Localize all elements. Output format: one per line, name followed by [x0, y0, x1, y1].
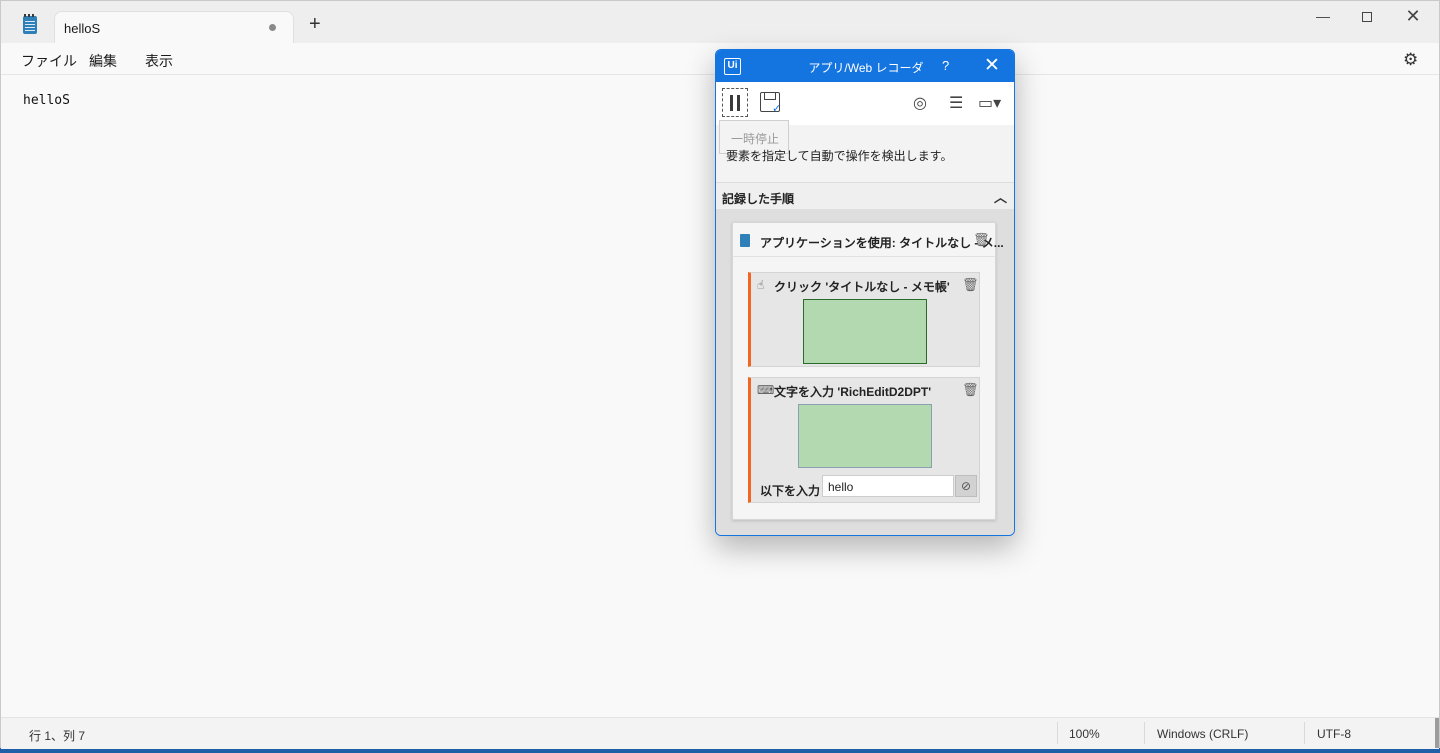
type-into-icon: ⌨: [757, 383, 775, 397]
eye-hidden-icon[interactable]: ⊘: [955, 475, 977, 497]
encoding: UTF-8: [1317, 727, 1351, 741]
zoom-level: 100%: [1069, 727, 1100, 741]
gear-icon[interactable]: ⚙: [1403, 50, 1418, 70]
menu-file[interactable]: ファイル: [21, 51, 77, 71]
pause-icon: [737, 95, 740, 111]
step-click-label: クリック 'タイトルなし - メモ帳': [774, 280, 950, 294]
step-screenshot: [803, 299, 927, 364]
check-icon: ✓: [772, 103, 782, 115]
checklist-icon[interactable]: ☰: [949, 93, 963, 113]
step-type-label: 文字を入力 'RichEditD2DPT': [774, 385, 932, 399]
menu-view[interactable]: 表示: [145, 51, 173, 71]
tab-title: helloS: [64, 21, 101, 36]
title-bar: helloS + — ✕: [1, 1, 1439, 44]
maximize-icon: [1362, 12, 1372, 23]
line-ending: Windows (CRLF): [1157, 727, 1249, 741]
delete-icon[interactable]: 🗑: [973, 232, 990, 248]
recorder-toolbar: ✓ ◎ ☰ ▭▾: [716, 82, 1014, 125]
step-click[interactable]: ☝ クリック 'タイトルなし - メモ帳' 🗑: [748, 272, 980, 367]
recorded-steps-title: 記録した手順: [722, 192, 795, 206]
divider: [1057, 722, 1058, 744]
new-tab-button[interactable]: +: [309, 14, 321, 34]
menu-edit[interactable]: 編集: [89, 51, 117, 71]
scrollbar-thumb[interactable]: [1435, 718, 1439, 748]
delete-icon[interactable]: 🗑: [962, 382, 979, 398]
cursor-position: 行 1、列 7: [29, 729, 86, 743]
click-icon: ☝: [757, 278, 765, 292]
use-application-card[interactable]: アプリケーションを使用: タイトルなし - メ... 🗑 ☝ クリック 'タイト…: [732, 222, 1004, 520]
type-text-input[interactable]: hello: [822, 475, 954, 497]
type-text-label: 以下を入力: [760, 484, 821, 498]
recorder-window: Ui アプリ/Web レコーダー ? ✕ ✓ ◎ ☰ ▭▾ 一時停止 要素を指定…: [715, 49, 1015, 536]
notepad-icon: [740, 234, 750, 247]
status-bar: 行 1、列 7 100% Windows (CRLF) UTF-8: [1, 717, 1439, 749]
recorded-steps-list: アプリケーションを使用: タイトルなし - メ... 🗑 ☝ クリック 'タイト…: [716, 209, 1014, 535]
tab-document[interactable]: helloS: [54, 11, 294, 44]
editor-text-area[interactable]: helloS: [23, 93, 70, 108]
maximize-button[interactable]: [1347, 5, 1387, 27]
delete-icon[interactable]: 🗑: [962, 277, 979, 293]
use-application-header: アプリケーションを使用: タイトルなし - メ... 🗑: [733, 223, 1004, 257]
divider: [1144, 722, 1145, 744]
step-screenshot: [798, 404, 932, 468]
pause-button[interactable]: [722, 88, 748, 117]
close-button[interactable]: ✕: [1393, 5, 1433, 27]
use-application-label: アプリケーションを使用: タイトルなし - メ...: [760, 236, 1004, 250]
screenshot-dropdown-icon[interactable]: ▭▾: [978, 93, 1001, 113]
chevron-up-icon[interactable]: ︿: [994, 187, 1007, 206]
step-type-into[interactable]: ⌨ 文字を入力 'RichEditD2DPT' 🗑 以下を入力 hello ⊘: [748, 377, 980, 503]
notepad-app-icon: [23, 14, 37, 34]
unsaved-dot-icon[interactable]: [269, 24, 276, 31]
recorder-title-bar: Ui アプリ/Web レコーダー ? ✕: [716, 50, 1014, 92]
uipath-logo-icon: Ui: [724, 58, 741, 75]
target-icon[interactable]: ◎: [913, 93, 927, 113]
recorder-description: 要素を指定して自動で操作を検出します。: [726, 149, 953, 163]
divider: [1304, 722, 1305, 744]
pause-icon: [730, 95, 733, 111]
recorded-steps-header[interactable]: 記録した手順 ︿: [716, 182, 1014, 209]
recorder-close-button[interactable]: ✕: [984, 54, 1000, 77]
help-button[interactable]: ?: [942, 58, 949, 73]
minimize-button[interactable]: —: [1303, 5, 1343, 27]
